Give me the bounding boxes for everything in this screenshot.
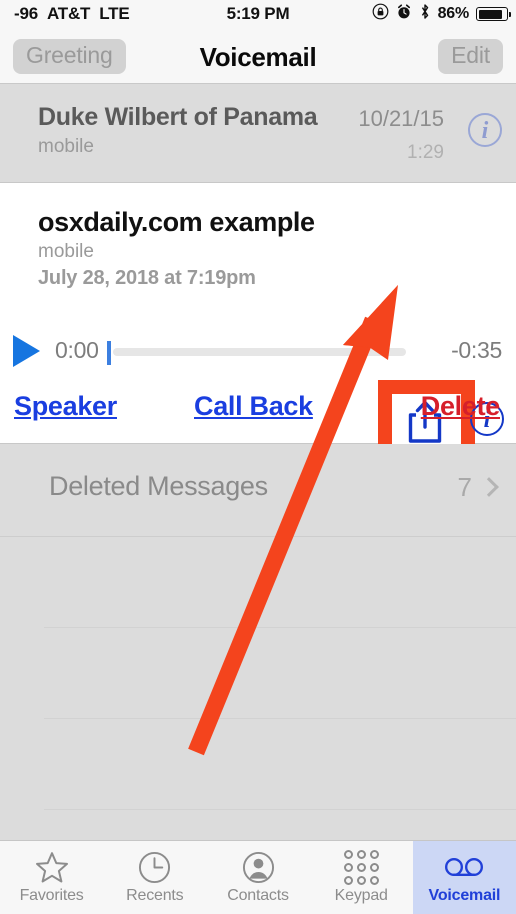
elapsed-time: 0:00 — [55, 337, 99, 363]
voicemail-row-expanded[interactable]: osxdaily.com example mobile July 28, 201… — [0, 183, 516, 468]
voicemail-list: Duke Wilbert of Panama mobile 10/21/15 1… — [0, 84, 516, 901]
tab-contacts[interactable]: Contacts — [206, 841, 309, 914]
edit-button[interactable]: Edit — [438, 39, 503, 74]
voicemail-caller-name: Duke Wilbert of Panama — [38, 103, 318, 131]
battery-percent: 86% — [437, 5, 470, 22]
audio-player: 0:00 -0:35 — [0, 323, 516, 378]
tab-favorites[interactable]: Favorites — [0, 841, 103, 914]
rotation-lock-icon — [372, 3, 389, 25]
tab-label: Keypad — [334, 887, 388, 904]
deleted-messages-row[interactable]: Deleted Messages 7 — [0, 444, 516, 537]
battery-icon — [476, 7, 511, 21]
voicemail-number-label: mobile — [38, 136, 94, 157]
star-icon — [32, 850, 72, 884]
speaker-button[interactable]: Speaker — [14, 391, 117, 422]
iphone-screen: -96 AT&T LTE 5:19 PM 86% Greeting Voicem… — [0, 0, 516, 914]
tape-reels-icon — [444, 850, 484, 884]
tab-label: Recents — [126, 887, 184, 904]
play-button[interactable] — [13, 335, 40, 367]
empty-list-row — [44, 537, 516, 628]
empty-list-row — [44, 719, 516, 810]
voicemail-date: 10/21/15 — [358, 106, 444, 131]
chevron-right-icon — [479, 477, 499, 497]
voicemail-caller-name: osxdaily.com example — [38, 207, 315, 237]
progress-track[interactable] — [113, 348, 406, 356]
voicemail-row[interactable]: Duke Wilbert of Panama mobile 10/21/15 1… — [0, 84, 516, 183]
keypad-icon — [341, 849, 381, 885]
call-back-button[interactable]: Call Back — [194, 391, 313, 422]
empty-list-row — [44, 628, 516, 719]
delete-button[interactable]: Delete — [421, 391, 501, 422]
deleted-messages-label: Deleted Messages — [49, 471, 268, 501]
voicemail-timestamp: July 28, 2018 at 7:19pm — [38, 267, 256, 289]
status-bar: -96 AT&T LTE 5:19 PM 86% — [0, 0, 516, 28]
remaining-time: -0:35 — [451, 337, 502, 363]
deleted-messages-count: 7 — [457, 472, 472, 502]
navigation-bar: Greeting Voicemail Edit — [0, 28, 516, 84]
tab-label: Favorites — [19, 887, 84, 904]
tab-label: Contacts — [227, 887, 289, 904]
voicemail-duration: 1:29 — [407, 142, 444, 163]
playhead-handle[interactable] — [107, 341, 111, 365]
voicemail-number-label: mobile — [38, 241, 94, 262]
person-icon — [238, 850, 278, 884]
tab-label: Voicemail — [428, 887, 501, 904]
alarm-clock-icon — [396, 3, 412, 25]
clock-icon — [135, 850, 175, 884]
tab-voicemail[interactable]: Voicemail — [412, 841, 516, 914]
status-bar-right: 86% — [372, 3, 511, 25]
tab-keypad[interactable]: Keypad — [310, 841, 413, 914]
voicemail-actions: Speaker Call Back Delete — [0, 383, 516, 438]
bluetooth-icon — [419, 3, 431, 25]
tab-recents[interactable]: Recents — [103, 841, 206, 914]
info-icon[interactable]: i — [468, 113, 502, 147]
tab-bar: Favorites Recents Contacts Keypad Voicem… — [0, 840, 516, 914]
